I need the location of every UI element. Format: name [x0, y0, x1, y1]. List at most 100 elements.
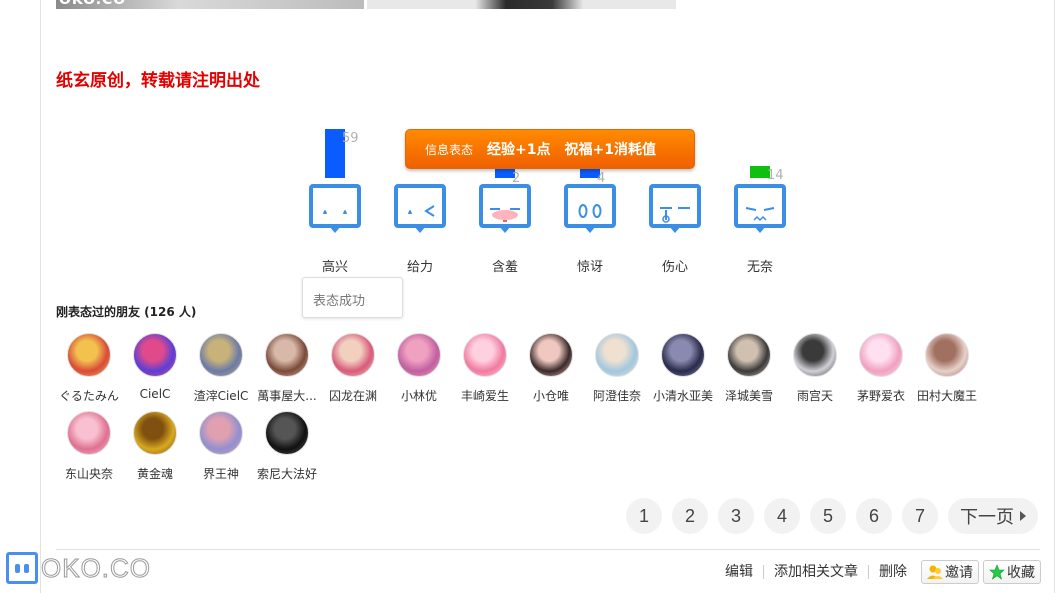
shy-face-icon[interactable] [479, 184, 531, 236]
article-image-1[interactable]: OKO.CO [56, 0, 364, 9]
article-image-2[interactable] [367, 0, 676, 9]
favorite-button[interactable]: 收藏 [983, 560, 1041, 584]
reaction-helpless[interactable]: 14 无奈 [725, 110, 795, 280]
avatar[interactable] [265, 333, 309, 377]
friend-name[interactable]: 东山央奈 [56, 465, 122, 482]
reaction-label: 伤心 [661, 260, 688, 275]
friend-name[interactable]: 丰崎爱生 [452, 387, 518, 404]
reaction-count: 14 [767, 168, 784, 183]
page-4-button[interactable]: 4 [764, 498, 800, 534]
avatar[interactable] [397, 333, 441, 377]
friend-item[interactable]: 索尼大法好 [254, 411, 320, 481]
avatar[interactable] [529, 333, 573, 377]
friend-item[interactable]: 田村大魔王 [914, 333, 980, 403]
friend-name[interactable]: 雨宫天 [782, 387, 848, 404]
reaction-count: 59 [342, 131, 359, 146]
friend-name[interactable]: 小清水亚美 [650, 387, 716, 404]
avatar[interactable] [331, 333, 375, 377]
helpless-face-icon[interactable] [734, 184, 786, 236]
invite-button[interactable]: 邀请 [921, 560, 979, 584]
friend-name[interactable]: 萬事屋大... [254, 387, 320, 404]
copyright-note: 纸玄原创，转载请注明出处 [56, 71, 260, 91]
reaction-happy[interactable]: 59 高兴 [300, 110, 370, 280]
reaction-toast: 信息表态 经验+1点 祝福+1消耗值 [405, 129, 695, 169]
friend-item[interactable]: 萬事屋大... [254, 333, 320, 403]
favorite-label: 收藏 [1007, 565, 1035, 581]
friend-item[interactable]: 丰崎爱生 [452, 333, 518, 403]
friend-name[interactable]: 小林优 [386, 387, 452, 404]
next-page-label: 下一页 [960, 507, 1014, 528]
wink-face-icon[interactable] [394, 184, 446, 236]
friend-name[interactable]: 茅野爱衣 [848, 387, 914, 404]
avatar[interactable] [133, 333, 177, 377]
friend-name[interactable]: 囚龙在渊 [320, 387, 386, 404]
friend-name[interactable]: 索尼大法好 [254, 465, 320, 482]
friend-name[interactable]: 小仓唯 [518, 387, 584, 404]
avatar[interactable] [925, 333, 969, 377]
friend-item[interactable]: 黄金魂 [122, 411, 188, 481]
avatar[interactable] [463, 333, 507, 377]
page-6-button[interactable]: 6 [856, 498, 892, 534]
delete-link[interactable]: 删除 [869, 565, 917, 579]
friend-item[interactable]: 渣滓CielC [188, 333, 254, 403]
friend-item[interactable]: CielC [122, 333, 188, 403]
friend-name[interactable]: ぐるたみん [56, 387, 122, 404]
page-1-button[interactable]: 1 [626, 498, 662, 534]
reaction-label: 惊讶 [576, 260, 603, 275]
friend-name[interactable]: 渣滓CielC [188, 387, 254, 404]
footer-divider [56, 549, 1040, 550]
footer-actions: 编辑 添加相关文章 删除 邀请 收藏 [715, 560, 1041, 584]
toast-label: 信息表态 [425, 142, 474, 157]
people-icon [927, 565, 943, 579]
star-icon [989, 564, 1005, 580]
friend-name[interactable]: 界王神 [188, 465, 254, 482]
friend-item[interactable]: 阿澄佳奈 [584, 333, 650, 403]
avatar[interactable] [793, 333, 837, 377]
friend-name[interactable]: CielC [122, 387, 188, 401]
friend-name[interactable]: 黄金魂 [122, 465, 188, 482]
next-page-button[interactable]: 下一页 [948, 498, 1038, 534]
site-logo[interactable]: OKO.CO [6, 552, 151, 584]
logo-face-icon [6, 552, 38, 584]
friend-item[interactable]: 茅野爱衣 [848, 333, 914, 403]
reaction-label: 给力 [406, 260, 433, 275]
avatar[interactable] [199, 411, 243, 455]
surprised-face-icon[interactable] [564, 184, 616, 236]
friend-name[interactable]: 泽城美雪 [716, 387, 782, 404]
image-watermark: OKO.CO [59, 0, 127, 8]
avatar[interactable] [265, 411, 309, 455]
avatar[interactable] [67, 333, 111, 377]
avatar[interactable] [133, 411, 177, 455]
avatar[interactable] [67, 411, 111, 455]
friend-item[interactable]: 小仓唯 [518, 333, 584, 403]
top-image-strip: OKO.CO [56, 0, 676, 9]
edit-link[interactable]: 编辑 [715, 565, 764, 579]
friend-item[interactable]: 界王神 [188, 411, 254, 481]
page-2-button[interactable]: 2 [672, 498, 708, 534]
sad-face-icon[interactable] [649, 184, 701, 236]
friends-heading: 刚表态过的朋友 (126 人) [56, 305, 197, 319]
reaction-label: 高兴 [321, 260, 348, 275]
page-5-button[interactable]: 5 [810, 498, 846, 534]
page-3-button[interactable]: 3 [718, 498, 754, 534]
reaction-success-tooltip: 表态成功 [302, 277, 403, 318]
friend-item[interactable]: 东山央奈 [56, 411, 122, 481]
friend-item[interactable]: 泽城美雪 [716, 333, 782, 403]
friend-item[interactable]: 雨宫天 [782, 333, 848, 403]
friend-name[interactable]: 阿澄佳奈 [584, 387, 650, 404]
avatar[interactable] [859, 333, 903, 377]
toast-blessing: 祝福+1消耗值 [564, 142, 656, 158]
friend-item[interactable]: 小清水亚美 [650, 333, 716, 403]
friend-item[interactable]: 囚龙在渊 [320, 333, 386, 403]
friend-item[interactable]: ぐるたみん [56, 333, 122, 403]
avatar[interactable] [595, 333, 639, 377]
happy-face-icon[interactable] [309, 184, 361, 236]
avatar[interactable] [727, 333, 771, 377]
friend-item[interactable]: 小林优 [386, 333, 452, 403]
add-related-article-link[interactable]: 添加相关文章 [764, 565, 869, 579]
avatar[interactable] [661, 333, 705, 377]
friend-name[interactable]: 田村大魔王 [914, 387, 980, 404]
chevron-right-icon [1020, 511, 1026, 521]
page-7-button[interactable]: 7 [902, 498, 938, 534]
avatar[interactable] [199, 333, 243, 377]
